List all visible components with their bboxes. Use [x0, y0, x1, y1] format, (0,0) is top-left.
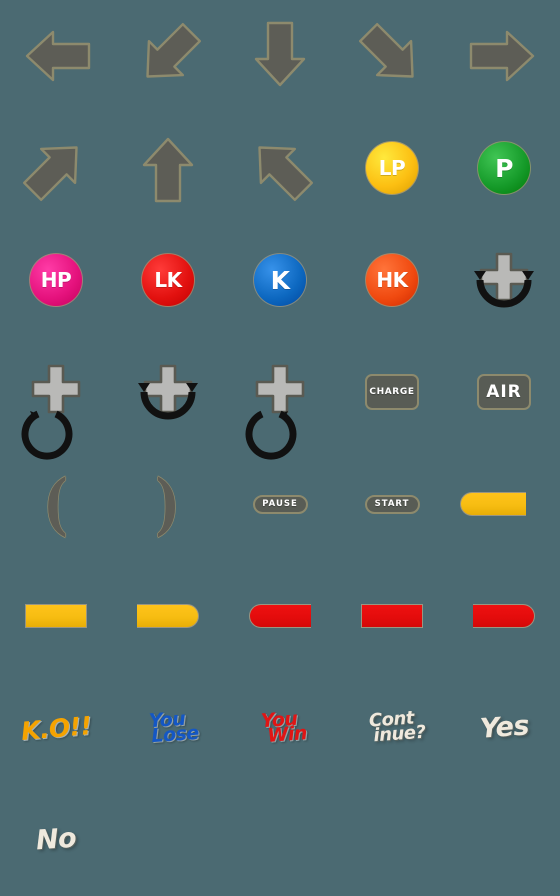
button-lk[interactable]: LK	[141, 253, 195, 307]
empty-cell	[112, 784, 224, 896]
arrow-up-icon	[131, 134, 205, 203]
cell-button-charge: CHARGE	[336, 336, 448, 448]
cell-text-you-lose: You Lose	[112, 672, 224, 784]
cell-arrow-up-icon	[112, 112, 224, 224]
cell-button-lk: LK	[112, 224, 224, 336]
cell-healthbar-red-left-cap	[224, 560, 336, 672]
dpad-half-circle-icon	[128, 352, 208, 432]
dpad-half-circle-icon	[464, 240, 544, 320]
text-continue-line2: inue?	[372, 721, 427, 747]
cell-button-pause: PAUSE	[224, 448, 336, 560]
arrow-up-left-icon	[243, 134, 317, 202]
button-hk-label: HK	[376, 268, 408, 292]
dpad-full-circle-ccw-icon	[16, 352, 96, 460]
button-air-label: AIR	[486, 382, 522, 402]
button-lk-label: LK	[154, 268, 182, 292]
dpad-full-circle-cw-icon	[240, 352, 320, 460]
text-you-win: You Win	[252, 707, 308, 747]
cell-button-hp: HP	[0, 224, 112, 336]
button-start-label: START	[374, 499, 410, 509]
healthbar-yellow-flat	[25, 604, 87, 628]
text-you-win-line2: Win	[267, 722, 308, 747]
empty-cell	[448, 784, 560, 896]
cell-text-ko: K.O!!	[0, 672, 112, 784]
button-charge[interactable]: CHARGE	[365, 374, 419, 410]
cell-arrow-up-right-icon	[0, 112, 112, 224]
button-charge-label: CHARGE	[369, 387, 415, 397]
button-hp-label: HP	[40, 268, 72, 292]
cell-button-lp: LP	[336, 112, 448, 224]
cell-dpad-half-circle-icon	[112, 336, 224, 448]
button-p[interactable]: P	[477, 141, 531, 195]
healthbar-yellow-left-cap	[460, 492, 526, 516]
text-ko-line1: K.O!!	[19, 710, 93, 746]
button-lp[interactable]: LP	[365, 141, 419, 195]
cell-healthbar-red-right-cap	[448, 560, 560, 672]
button-hk[interactable]: HK	[365, 253, 419, 307]
cell-dpad-half-circle-icon	[448, 224, 560, 336]
cell-healthbar-red-flat	[336, 560, 448, 672]
button-air[interactable]: AIR	[477, 374, 531, 410]
button-k[interactable]: K	[253, 253, 307, 307]
cell-arrow-right-icon	[448, 0, 560, 112]
sticker-grid: LP P HP LK K HK CHARGE AIR () PAUSE STA…	[0, 0, 560, 896]
button-k-label: K	[270, 265, 290, 295]
cell-arrow-left-icon	[0, 0, 112, 112]
cell-button-start: START	[336, 448, 448, 560]
cell-text-you-win: You Win	[224, 672, 336, 784]
cell-healthbar-yellow-flat	[0, 560, 112, 672]
arrow-up-right-icon	[19, 134, 93, 202]
button-pause[interactable]: PAUSE	[252, 494, 308, 514]
arrow-down-right-icon	[355, 22, 429, 90]
cell-text-yes: Yes	[448, 672, 560, 784]
text-yes: Yes	[478, 709, 530, 745]
healthbar-red-flat	[361, 604, 423, 628]
cell-text-continue: Cont inue?	[336, 672, 448, 784]
arrow-down-icon	[243, 21, 317, 90]
cell-button-k: K	[224, 224, 336, 336]
empty-cell	[336, 784, 448, 896]
button-lp-label: LP	[378, 156, 406, 180]
cell-dpad-full-circle-cw-icon	[224, 336, 336, 460]
paren-close: )	[155, 465, 181, 543]
button-pause-label: PAUSE	[262, 499, 298, 509]
healthbar-red-right-cap	[473, 604, 535, 628]
cell-dpad-full-circle-ccw-icon	[0, 336, 112, 460]
text-yes-line1: Yes	[478, 709, 530, 745]
arrow-left-icon	[19, 22, 93, 90]
arrow-right-icon	[467, 22, 541, 90]
text-no: No	[34, 822, 78, 856]
text-you-lose-line2: Lose	[151, 721, 200, 748]
empty-cell	[224, 784, 336, 896]
cell-arrow-down-right-icon	[336, 0, 448, 112]
text-continue: Cont inue?	[358, 708, 427, 747]
cell-button-p: P	[448, 112, 560, 224]
cell-arrow-down-icon	[224, 0, 336, 112]
text-ko: K.O!!	[19, 710, 93, 746]
text-you-lose: You Lose	[136, 707, 200, 748]
button-hp[interactable]: HP	[29, 253, 83, 307]
paren-open: (	[43, 465, 69, 543]
healthbar-yellow-right-cap	[137, 604, 199, 628]
cell-paren-close: )	[112, 448, 224, 560]
cell-text-no: No	[0, 784, 112, 896]
arrow-down-left-icon	[131, 22, 205, 90]
healthbar-red-left-cap	[249, 604, 311, 628]
cell-button-hk: HK	[336, 224, 448, 336]
cell-arrow-up-left-icon	[224, 112, 336, 224]
button-p-label: P	[495, 153, 513, 183]
button-start[interactable]: START	[364, 494, 420, 514]
cell-paren-open: (	[0, 448, 112, 560]
cell-arrow-down-left-icon	[112, 0, 224, 112]
text-no-line1: No	[34, 822, 78, 856]
cell-healthbar-yellow-left-cap	[448, 448, 560, 560]
cell-healthbar-yellow-right-cap	[112, 560, 224, 672]
cell-button-air: AIR	[448, 336, 560, 448]
